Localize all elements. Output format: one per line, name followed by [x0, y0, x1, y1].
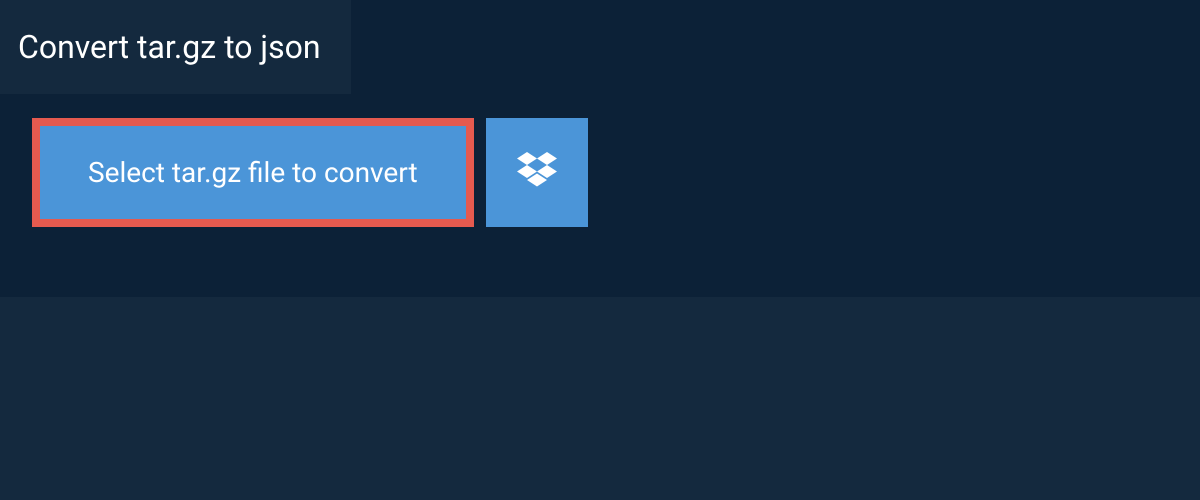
select-file-button[interactable]: Select tar.gz file to convert [32, 118, 474, 227]
action-row: Select tar.gz file to convert [0, 94, 1200, 257]
dropbox-button[interactable] [486, 118, 588, 227]
select-file-label: Select tar.gz file to convert [88, 156, 418, 189]
page-title: Convert tar.gz to json [0, 0, 351, 94]
dropbox-icon [517, 152, 557, 194]
page-title-text: Convert tar.gz to json [18, 28, 321, 66]
converter-panel: Convert tar.gz to json Select tar.gz fil… [0, 0, 1200, 297]
